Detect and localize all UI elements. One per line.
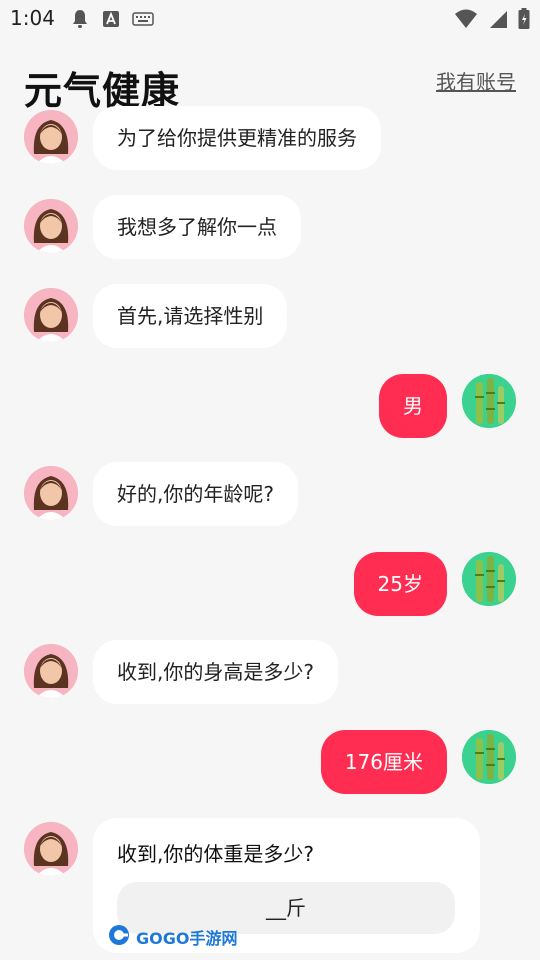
status-time: 1:04	[10, 6, 55, 30]
user-avatar-bamboo	[462, 374, 516, 428]
have-account-link[interactable]: 我有账号	[436, 66, 516, 95]
user-reply-age[interactable]: 25岁	[353, 552, 447, 616]
watermark-logo-icon	[108, 924, 130, 950]
bot-avatar	[24, 199, 78, 253]
bot-message: 好的,你的年龄呢?	[93, 462, 298, 526]
bot-avatar	[24, 822, 78, 876]
bot-avatar	[24, 110, 78, 164]
wifi-icon	[454, 9, 478, 33]
watermark: GOGO手游网	[108, 924, 237, 950]
bot-avatar	[24, 466, 78, 520]
font-a-icon	[102, 10, 120, 32]
bot-avatar	[24, 644, 78, 698]
bot-message: 收到,你的体重是多少?	[117, 842, 314, 866]
bot-avatar	[24, 288, 78, 342]
bot-message: 我想多了解你一点	[93, 195, 301, 259]
watermark-text: GOGO手游网	[136, 929, 238, 948]
status-bar: 1:04	[0, 0, 540, 36]
bot-message: 收到,你的身高是多少?	[93, 640, 338, 704]
bot-message: 首先,请选择性别	[93, 284, 288, 348]
status-icons-right	[454, 8, 530, 34]
user-avatar-bamboo	[462, 730, 516, 784]
user-reply-gender[interactable]: 男	[379, 374, 447, 438]
status-icons-left	[70, 8, 154, 34]
user-avatar-bamboo	[462, 552, 516, 606]
bot-message: 为了给你提供更精准的服务	[93, 106, 381, 170]
header: 元气健康 我有账号	[0, 52, 540, 113]
keyboard-icon	[132, 11, 154, 31]
signal-icon	[488, 9, 508, 33]
user-reply-height[interactable]: 176厘米	[320, 730, 447, 794]
notification-bell-icon	[70, 8, 90, 34]
battery-icon	[518, 8, 530, 34]
